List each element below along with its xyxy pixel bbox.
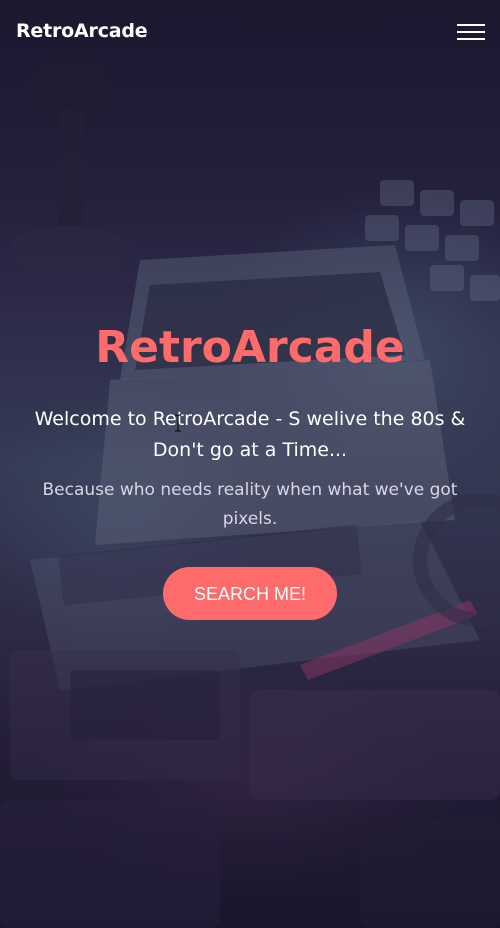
brand-logo[interactable]: RetroArcade	[16, 20, 148, 42]
menu-line	[457, 24, 485, 26]
text-cursor-icon	[175, 414, 181, 432]
menu-line	[457, 31, 485, 33]
hero-title: RetroArcade	[95, 322, 405, 373]
hamburger-menu-icon[interactable]	[457, 22, 485, 42]
hero-subtitle: Because who needs reality when what we'v…	[42, 480, 458, 529]
hero-tagline: Welcome to RetroArcade - S welive the 80…	[34, 408, 466, 461]
top-navbar: RetroArcade	[0, 0, 500, 66]
page: RetroArcade RetroArcade Welcome to Retro…	[0, 0, 500, 928]
hero-section: RetroArcade Welcome to RetroArcade - S w…	[0, 318, 500, 620]
search-me-button[interactable]: SEARCH ME!	[163, 567, 337, 620]
menu-line	[457, 38, 485, 40]
